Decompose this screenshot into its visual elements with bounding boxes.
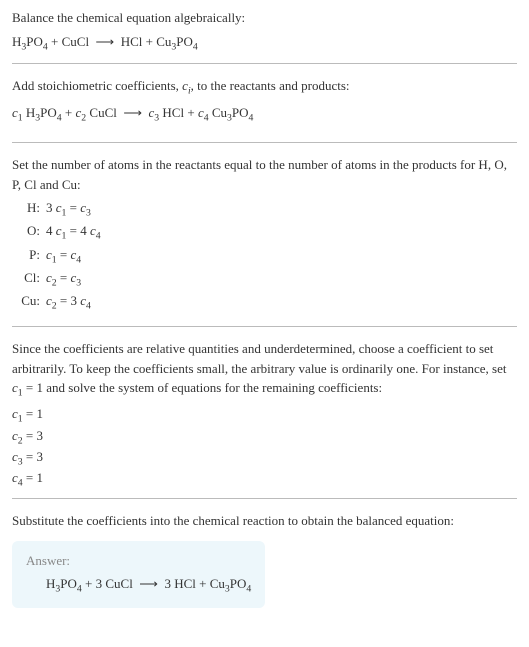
stoich-text: Add stoichiometric coefficients, ci, to … (12, 76, 517, 99)
atom-label: H: (12, 198, 46, 221)
coefficient-line: c2 = 3 (12, 427, 517, 448)
atom-label: O: (12, 221, 46, 244)
solve-section: Since the coefficients are relative quan… (12, 326, 517, 498)
coefficient-line: c1 = 1 (12, 405, 517, 426)
atoms-text: Set the number of atoms in the reactants… (12, 155, 517, 194)
atom-equation: c1 = c4 (46, 245, 81, 268)
atom-row: H: 3 c1 = c3 (12, 198, 517, 221)
atom-row: O: 4 c1 = 4 c4 (12, 221, 517, 244)
atom-equation: 3 c1 = c3 (46, 198, 91, 221)
problem-title: Balance the chemical equation algebraica… (12, 8, 517, 28)
atom-equation: c2 = 3 c4 (46, 291, 91, 314)
atom-row: P: c1 = c4 (12, 245, 517, 268)
atoms-section: Set the number of atoms in the reactants… (12, 142, 517, 326)
atom-label: P: (12, 245, 46, 268)
solve-text: Since the coefficients are relative quan… (12, 339, 517, 401)
stoich-section: Add stoichiometric coefficients, ci, to … (12, 63, 517, 142)
atom-equation: c2 = c3 (46, 268, 81, 291)
atom-label: Cu: (12, 291, 46, 314)
answer-label: Answer: (26, 551, 251, 571)
coefficient-list: c1 = 1 c2 = 3 c3 = 3 c4 = 1 (12, 405, 517, 490)
answer-equation: H3PO4 + 3 CuCl ⟶ 3 HCl + Cu3PO4 (26, 574, 251, 597)
final-section: Substitute the coefficients into the che… (12, 498, 517, 615)
initial-equation: H3PO4 + CuCl ⟶ HCl + Cu3PO4 (12, 32, 517, 55)
coefficient-line: c4 = 1 (12, 469, 517, 490)
atom-row: Cl: c2 = c3 (12, 268, 517, 291)
atom-equations-table: H: 3 c1 = c3 O: 4 c1 = 4 c4 P: c1 = c4 C… (12, 198, 517, 314)
stoich-equation: c1 H3PO4 + c2 CuCl ⟶ c3 HCl + c4 Cu3PO4 (12, 103, 517, 126)
coefficient-line: c3 = 3 (12, 448, 517, 469)
atom-equation: 4 c1 = 4 c4 (46, 221, 101, 244)
answer-box: Answer: H3PO4 + 3 CuCl ⟶ 3 HCl + Cu3PO4 (12, 541, 265, 608)
atom-label: Cl: (12, 268, 46, 291)
final-text: Substitute the coefficients into the che… (12, 511, 517, 531)
atom-row: Cu: c2 = 3 c4 (12, 291, 517, 314)
